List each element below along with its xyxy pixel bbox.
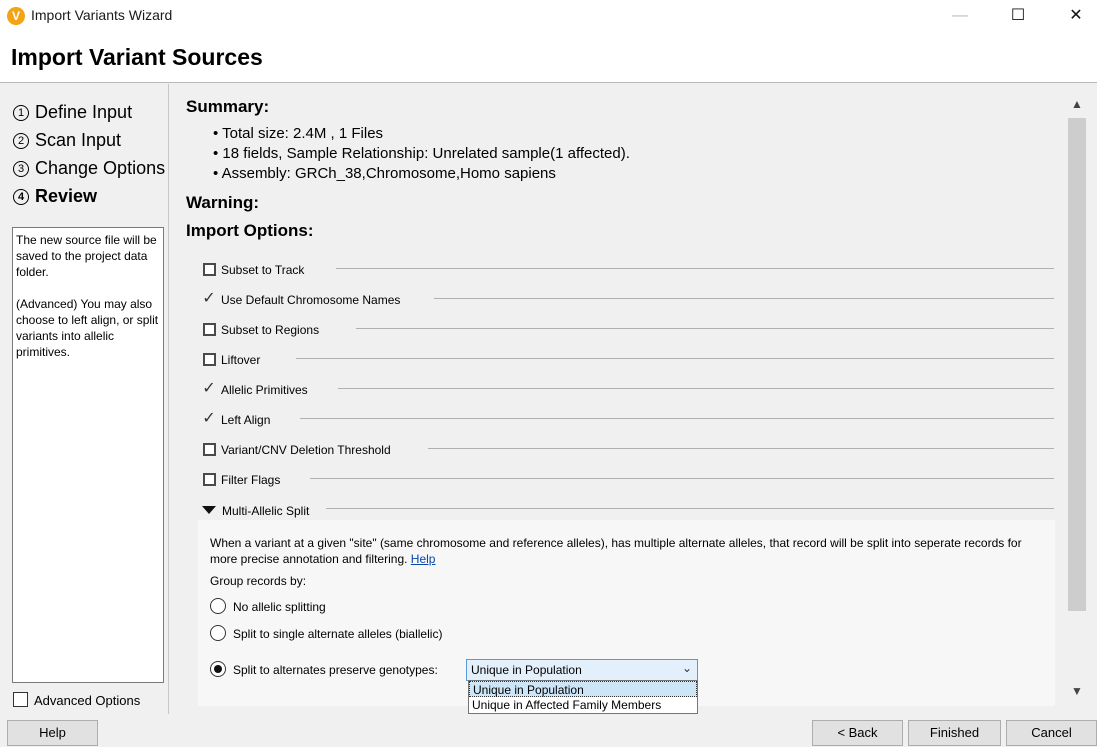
radio-split-preserve-genotypes[interactable] xyxy=(210,661,226,677)
scroll-down-icon[interactable]: ▼ xyxy=(1067,684,1087,698)
summary-item: • Total size: 2.4M , 1 Files xyxy=(213,125,384,142)
option-liftover[interactable]: Liftover xyxy=(221,353,260,367)
dropdown-option[interactable]: Unique in Affected Family Members xyxy=(469,697,697,713)
radio-label[interactable]: Split to single alternate alleles (biall… xyxy=(233,627,442,641)
advanced-options-checkbox[interactable] xyxy=(13,692,28,707)
option-checkbox[interactable] xyxy=(203,473,216,486)
info-panel: The new source file will be saved to the… xyxy=(12,227,164,683)
step-label: Change Options xyxy=(35,158,166,178)
dropdown-option[interactable]: Unique in Population xyxy=(469,681,697,697)
step-label: Review xyxy=(35,186,98,206)
option-allelic-primitives[interactable]: Allelic Primitives xyxy=(221,383,308,397)
step-number: 4 xyxy=(13,189,29,205)
multi-allelic-split-toggle[interactable]: Multi-Allelic Split xyxy=(222,504,309,518)
collapse-triangle-icon[interactable] xyxy=(202,506,216,514)
back-button[interactable]: < Back xyxy=(812,720,903,746)
step-number: 1 xyxy=(13,105,29,121)
minimize-button[interactable]: — xyxy=(937,0,983,32)
radio-no-allelic-splitting[interactable] xyxy=(210,598,226,614)
scroll-thumb[interactable] xyxy=(1068,118,1086,611)
sidebar-divider xyxy=(168,84,169,714)
multi-allelic-description: When a variant at a given "site" (same c… xyxy=(210,536,1022,566)
option-divider xyxy=(300,418,1054,419)
help-link[interactable]: Help xyxy=(411,552,436,566)
summary-heading: Summary: xyxy=(186,97,270,116)
radio-label[interactable]: No allelic splitting xyxy=(233,600,326,614)
genotype-grouping-select[interactable]: Unique in Population ⌄ xyxy=(466,659,698,681)
option-checkbox[interactable] xyxy=(203,353,216,366)
option-use-default-chromosome-names[interactable]: Use Default Chromosome Names xyxy=(221,293,400,307)
close-button[interactable]: ✕ xyxy=(1053,0,1097,32)
summary-item: • Assembly: GRCh_38,Chromosome,Homo sapi… xyxy=(213,165,556,182)
step-number: 2 xyxy=(13,133,29,149)
checkmark-icon[interactable]: ✓ xyxy=(202,411,216,427)
info-text: The new source file will be saved to the… xyxy=(16,233,157,279)
help-button[interactable]: Help xyxy=(7,720,98,746)
option-checkbox[interactable] xyxy=(203,443,216,456)
checkmark-icon[interactable]: ✓ xyxy=(202,291,216,307)
step-label: Scan Input xyxy=(35,130,122,150)
option-divider xyxy=(434,298,1054,299)
step-change-options: 3 Change Options xyxy=(13,158,165,179)
step-review: 4 Review xyxy=(13,186,97,207)
option-divider xyxy=(296,358,1054,359)
radio-label[interactable]: Split to alternates preserve genotypes: xyxy=(233,663,438,677)
option-divider xyxy=(310,478,1054,479)
dropdown-list: Unique in Population Unique in Affected … xyxy=(468,680,698,714)
title-bar: V Import Variants Wizard — ☐ ✕ xyxy=(0,0,1097,32)
window-title: Import Variants Wizard xyxy=(31,7,173,23)
scroll-up-icon[interactable]: ▲ xyxy=(1067,97,1087,111)
select-value: Unique in Population xyxy=(471,663,582,677)
review-content: Summary: • Total size: 2.4M , 1 Files • … xyxy=(170,86,1067,706)
chevron-down-icon: ⌄ xyxy=(681,661,692,675)
page-title: Import Variant Sources xyxy=(11,44,263,70)
option-divider xyxy=(338,388,1054,389)
radio-split-biallelic[interactable] xyxy=(210,625,226,641)
step-define-input: 1 Define Input xyxy=(13,102,132,123)
maximize-button[interactable]: ☐ xyxy=(995,0,1041,32)
option-variant-cnv-deletion-threshold[interactable]: Variant/CNV Deletion Threshold xyxy=(221,443,391,457)
wizard-header: Import Variant Sources xyxy=(0,32,1097,83)
vertical-scrollbar[interactable]: ▲ ▼ xyxy=(1067,95,1087,705)
option-subset-to-regions[interactable]: Subset to Regions xyxy=(221,323,319,337)
option-subset-to-track[interactable]: Subset to Track xyxy=(221,263,304,277)
option-checkbox[interactable] xyxy=(203,263,216,276)
option-divider xyxy=(356,328,1054,329)
app-logo-icon: V xyxy=(7,7,25,25)
cancel-button[interactable]: Cancel xyxy=(1006,720,1097,746)
option-checkbox[interactable] xyxy=(203,323,216,336)
step-label: Define Input xyxy=(35,102,133,122)
advanced-options-label[interactable]: Advanced Options xyxy=(34,693,140,708)
option-left-align[interactable]: Left Align xyxy=(221,413,270,427)
info-text: (Advanced) You may also choose to left a… xyxy=(16,297,159,359)
import-options-heading: Import Options: xyxy=(186,221,314,240)
finished-button[interactable]: Finished xyxy=(908,720,1001,746)
checkmark-icon[interactable]: ✓ xyxy=(202,381,216,397)
option-divider xyxy=(428,448,1054,449)
option-divider xyxy=(326,508,1054,509)
option-filter-flags[interactable]: Filter Flags xyxy=(221,473,280,487)
group-records-label: Group records by: xyxy=(210,574,307,588)
step-number: 3 xyxy=(13,161,29,177)
step-scan-input: 2 Scan Input xyxy=(13,130,121,151)
option-divider xyxy=(336,268,1054,269)
summary-item: • 18 fields, Sample Relationship: Unrela… xyxy=(213,145,630,162)
warning-heading: Warning: xyxy=(186,193,260,212)
